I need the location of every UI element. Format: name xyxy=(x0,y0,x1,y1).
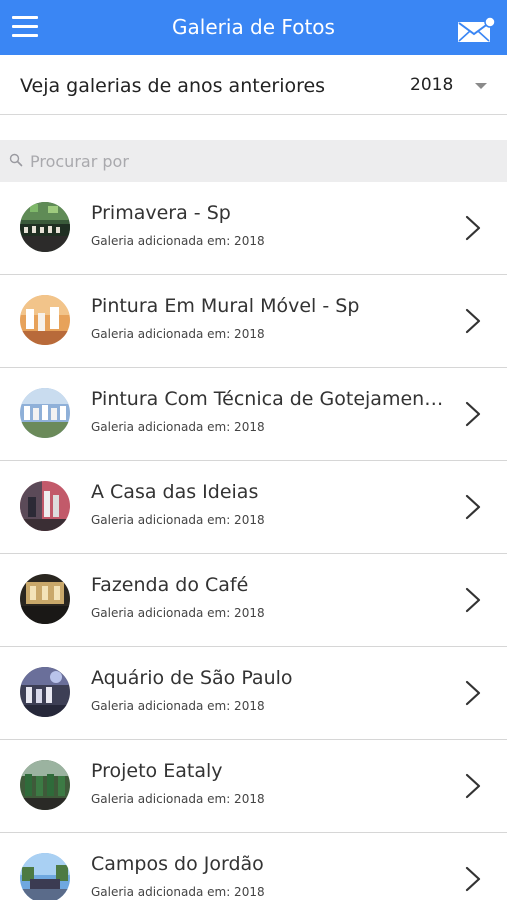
search-icon xyxy=(9,153,23,167)
gallery-title: Campos do Jordão xyxy=(91,853,264,875)
chevron-right-icon xyxy=(463,586,483,614)
gallery-title: Fazenda do Café xyxy=(91,574,249,596)
year-selector[interactable]: Veja galerias de anos anteriores 2018 xyxy=(0,55,507,115)
gallery-subtitle: Galeria adicionada em: 2018 xyxy=(91,234,265,248)
gallery-title: A Casa das Ideias xyxy=(91,481,259,503)
chevron-right-icon xyxy=(463,400,483,428)
page-title: Galeria de Fotos xyxy=(172,15,335,39)
top-app-bar: Galeria de Fotos xyxy=(0,0,507,55)
gallery-thumbnail xyxy=(20,574,70,624)
gallery-subtitle: Galeria adicionada em: 2018 xyxy=(91,513,265,527)
gallery-list-item[interactable]: A Casa das Ideias Galeria adicionada em:… xyxy=(0,461,507,554)
year-selector-value[interactable]: 2018 xyxy=(410,55,453,114)
gallery-subtitle: Galeria adicionada em: 2018 xyxy=(91,420,265,434)
gallery-list-item[interactable]: Pintura Com Técnica de Gotejamento… Gale… xyxy=(0,368,507,461)
chevron-right-icon xyxy=(463,679,483,707)
gallery-thumbnail xyxy=(20,667,70,717)
gallery-thumbnail xyxy=(20,481,70,531)
app-screen: Galeria de Fotos Veja galerias de anos a… xyxy=(0,0,507,900)
mail-notification-icon[interactable] xyxy=(456,16,496,46)
search-bar xyxy=(0,140,507,183)
gallery-thumbnail xyxy=(20,853,70,900)
gallery-list-item[interactable]: Pintura Em Mural Móvel - Sp Galeria adic… xyxy=(0,275,507,368)
gallery-list-item[interactable]: Campos do Jordão Galeria adicionada em: … xyxy=(0,833,507,900)
gallery-subtitle: Galeria adicionada em: 2018 xyxy=(91,885,265,899)
gallery-subtitle: Galeria adicionada em: 2018 xyxy=(91,327,265,341)
chevron-right-icon xyxy=(463,493,483,521)
year-selector-label: Veja galerias de anos anteriores xyxy=(20,75,326,97)
gallery-thumbnail xyxy=(20,388,70,438)
caret-down-icon[interactable] xyxy=(475,83,487,89)
gallery-thumbnail xyxy=(20,295,70,345)
chevron-right-icon xyxy=(463,865,483,893)
gallery-title: Aquário de São Paulo xyxy=(91,667,293,689)
gallery-title: Primavera - Sp xyxy=(91,202,231,224)
chevron-right-icon xyxy=(463,772,483,800)
gallery-list-item[interactable]: Primavera - Sp Galeria adicionada em: 20… xyxy=(0,182,507,275)
gallery-title: Pintura Em Mural Móvel - Sp xyxy=(91,295,360,317)
gallery-title: Projeto Eataly xyxy=(91,760,223,782)
gallery-list-item[interactable]: Aquário de São Paulo Galeria adicionada … xyxy=(0,647,507,740)
gallery-title: Pintura Com Técnica de Gotejamento… xyxy=(91,388,446,410)
gallery-subtitle: Galeria adicionada em: 2018 xyxy=(91,792,265,806)
gallery-list-item[interactable]: Fazenda do Café Galeria adicionada em: 2… xyxy=(0,554,507,647)
gallery-thumbnail xyxy=(20,760,70,810)
search-input[interactable] xyxy=(30,146,490,176)
chevron-right-icon xyxy=(463,214,483,242)
gallery-thumbnail xyxy=(20,202,70,252)
section-spacer xyxy=(0,115,507,140)
gallery-subtitle: Galeria adicionada em: 2018 xyxy=(91,699,265,713)
gallery-list: Primavera - Sp Galeria adicionada em: 20… xyxy=(0,182,507,900)
gallery-list-item[interactable]: Projeto Eataly Galeria adicionada em: 20… xyxy=(0,740,507,833)
gallery-subtitle: Galeria adicionada em: 2018 xyxy=(91,606,265,620)
chevron-right-icon xyxy=(463,307,483,335)
